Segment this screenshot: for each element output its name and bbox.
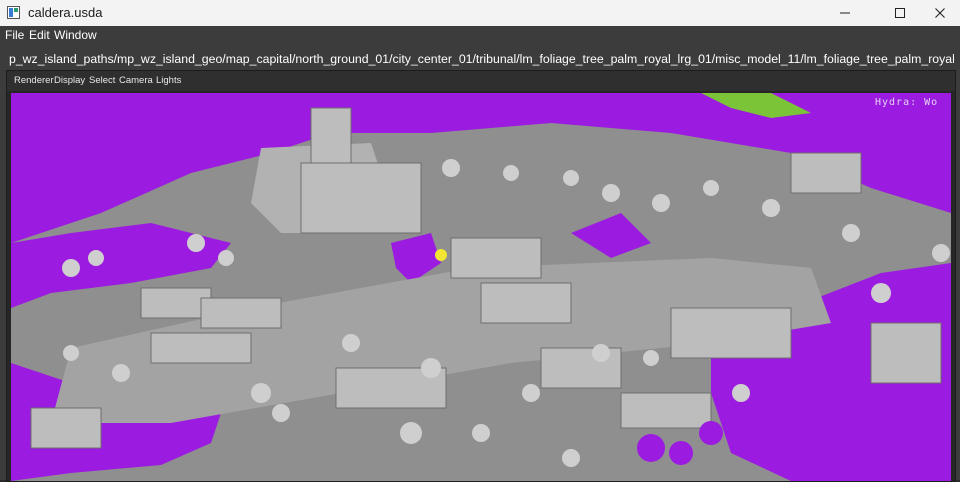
menu-bar: File Edit Window bbox=[0, 26, 960, 46]
viewport-menu-select[interactable]: Select bbox=[89, 75, 115, 86]
close-icon bbox=[935, 8, 945, 18]
menu-edit[interactable]: Edit bbox=[29, 28, 50, 42]
maximize-icon bbox=[895, 8, 905, 18]
viewport-menu-renderer[interactable]: Renderer bbox=[14, 75, 54, 86]
viewport-menu-camera[interactable]: Camera bbox=[119, 75, 153, 86]
viewport-menu-display[interactable]: Display bbox=[54, 75, 85, 86]
title-bar[interactable]: caldera.usda bbox=[0, 0, 960, 27]
app-icon bbox=[7, 6, 20, 19]
menu-window[interactable]: Window bbox=[54, 28, 97, 42]
minimize-button[interactable] bbox=[822, 0, 868, 26]
window-title: caldera.usda bbox=[28, 5, 103, 20]
minimize-icon bbox=[840, 12, 850, 14]
hud-overlay-text: Hydra: Wo bbox=[875, 97, 939, 108]
viewport-toolbar: Renderer Display Select Camera Lights bbox=[7, 71, 955, 91]
app-window: caldera.usda File Edit Window p_wz_islan… bbox=[0, 0, 960, 482]
close-button[interactable] bbox=[917, 0, 960, 26]
viewport-menu-lights[interactable]: Lights bbox=[156, 75, 181, 86]
scene-render bbox=[11, 93, 951, 481]
prim-path-text[interactable]: p_wz_island_paths/mp_wz_island_geo/map_c… bbox=[9, 52, 954, 66]
viewport-panel: Renderer Display Select Camera Lights Hy… bbox=[6, 70, 956, 482]
menu-file[interactable]: File bbox=[5, 28, 24, 42]
3d-viewport[interactable]: Hydra: Wo bbox=[11, 93, 951, 481]
prim-path-bar: p_wz_island_paths/mp_wz_island_geo/map_c… bbox=[0, 48, 960, 72]
